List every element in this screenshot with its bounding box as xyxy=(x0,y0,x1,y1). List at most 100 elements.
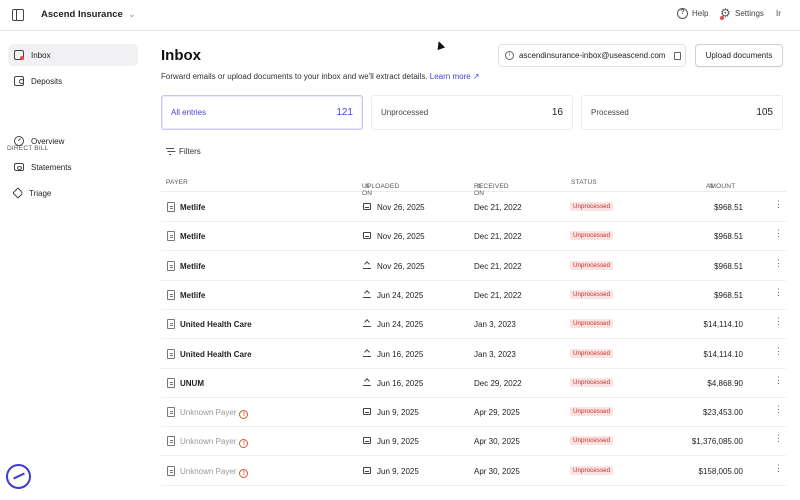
top-bar: Ascend Insurance ⌄ ? Help Settings Ir xyxy=(0,0,800,31)
chevron-down-icon[interactable]: ⌄ xyxy=(128,9,136,20)
upload-documents-button[interactable]: Upload documents xyxy=(695,44,783,67)
sidebar-item-statements[interactable]: Statements xyxy=(8,156,138,178)
user-avatar[interactable]: Ir xyxy=(776,9,781,18)
uploaded-on-cell: Jun 24, 2025 xyxy=(377,290,424,300)
banknote-icon xyxy=(14,163,24,171)
inbox-email-field[interactable]: i ascendinsurance-inbox@useascend.com xyxy=(498,44,686,67)
received-on-cell: Apr 29, 2025 xyxy=(474,408,520,418)
table-row[interactable]: Unknown Payer! Jun 9, 2025 Apr 30, 2025 Unp… xyxy=(161,427,786,457)
amount-cell: $158,005.00 xyxy=(698,466,744,476)
document-icon xyxy=(167,465,175,476)
filters-button[interactable]: Filters xyxy=(161,142,206,160)
copy-icon[interactable] xyxy=(674,51,682,60)
payer-cell: Metlife xyxy=(180,203,205,212)
more-options-icon[interactable] xyxy=(774,346,783,357)
table-row[interactable]: Unknown Payer! Jun 9, 2025 Apr 29, 2025 Unp… xyxy=(161,398,786,428)
document-icon xyxy=(167,260,175,271)
sidebar-item-label: Triage xyxy=(29,188,52,198)
ascend-logo-icon[interactable] xyxy=(6,464,31,489)
column-header-status: STATUS xyxy=(571,179,597,186)
received-on-cell: Dec 21, 2022 xyxy=(474,203,522,212)
payer-cell: Metlife xyxy=(180,262,205,271)
sidebar-item-label: Statements xyxy=(31,162,72,172)
amount-cell: $968.51 xyxy=(714,261,743,271)
uploaded-on-cell: Jun 9, 2025 xyxy=(377,408,419,418)
learn-more-link[interactable]: Learn more ↗ xyxy=(430,72,480,81)
amount-cell: $14,114.10 xyxy=(703,320,743,330)
status-badge: Unprocessed xyxy=(570,348,614,358)
sidebar: Inbox Deposits DIRECT BILL Overview Stat… xyxy=(0,31,148,500)
warning-icon[interactable]: ! xyxy=(239,468,249,478)
mail-icon xyxy=(363,408,371,416)
status-badge: Unprocessed xyxy=(570,231,614,241)
more-options-icon[interactable] xyxy=(774,287,783,298)
info-icon: i xyxy=(505,51,514,60)
payer-name: Metlife xyxy=(180,232,206,242)
sidebar-item-inbox[interactable]: Inbox xyxy=(8,44,138,66)
table-row[interactable]: Metlife Nov 26, 2025 Dec 21, 2022 Unprocess… xyxy=(161,222,786,252)
payer-cell: United Health Care xyxy=(180,320,252,329)
table-row[interactable]: Unknown Payer! Jun 9, 2025 Apr 30, 2025 Unp… xyxy=(161,457,786,486)
status-badge: Unprocessed xyxy=(570,289,614,299)
warning-icon[interactable]: ! xyxy=(239,410,249,420)
payer-cell: Metlife xyxy=(180,291,205,300)
more-options-icon[interactable] xyxy=(774,316,783,327)
payer-cell: Metlife xyxy=(180,232,205,241)
sidebar-toggle-icon[interactable] xyxy=(12,9,24,21)
document-icon xyxy=(167,436,175,447)
amount-cell: $23,453.00 xyxy=(702,408,743,418)
payer-cell: UNUM xyxy=(180,379,204,388)
table-row[interactable]: United Health Care Jun 24, 2025 Jan 3, 202… xyxy=(161,310,786,340)
uploaded-on-cell: Jun 16, 2025 xyxy=(377,378,424,388)
uploaded-on-cell: Jun 16, 2025 xyxy=(377,349,424,359)
more-options-icon[interactable] xyxy=(774,433,783,444)
status-badge: Unprocessed xyxy=(570,319,614,329)
table-row[interactable]: Metlife Jun 24, 2025 Dec 21, 2022 Unprocess… xyxy=(161,281,786,310)
amount-cell: $968.51 xyxy=(714,290,743,300)
org-name[interactable]: Ascend Insurance xyxy=(41,9,123,20)
tab-all-entries[interactable]: All entries 121 xyxy=(161,95,363,130)
sidebar-item-deposits[interactable]: Deposits xyxy=(8,70,138,92)
received-on-cell: Apr 30, 2025 xyxy=(474,466,520,476)
uploaded-on-cell: Nov 26, 2025 xyxy=(377,261,425,271)
uploaded-on-cell: Jun 9, 2025 xyxy=(377,437,419,447)
sidebar-item-overview[interactable]: Overview xyxy=(8,130,138,152)
gauge-icon xyxy=(14,136,24,146)
payer-name: Unknown Payer xyxy=(180,408,237,418)
settings-button[interactable]: Settings xyxy=(720,6,764,20)
more-options-icon[interactable] xyxy=(774,199,783,210)
sort-icon: ⇅ xyxy=(709,184,715,190)
help-button[interactable]: ? Help xyxy=(677,8,708,19)
table-row[interactable]: United Health Care Jun 16, 2025 Jan 3, 202… xyxy=(161,340,786,369)
page-title: Inbox xyxy=(161,47,201,64)
filter-icon xyxy=(166,147,174,155)
payer-name: Metlife xyxy=(180,203,206,212)
more-options-icon[interactable] xyxy=(774,404,783,415)
received-on-cell: Dec 21, 2022 xyxy=(474,261,522,271)
tab-processed[interactable]: Processed 105 xyxy=(581,95,783,130)
more-options-icon[interactable] xyxy=(774,375,783,386)
amount-cell: $1,376,085.00 xyxy=(691,437,743,447)
table-row[interactable]: Metlife Nov 26, 2025 Dec 21, 2022 Unprocess… xyxy=(161,193,786,222)
sidebar-item-triage[interactable]: Triage xyxy=(8,182,138,204)
upload-icon xyxy=(363,379,371,386)
more-options-icon[interactable] xyxy=(774,228,783,239)
status-badge: Unprocessed xyxy=(570,465,614,475)
more-options-icon[interactable] xyxy=(774,258,783,269)
warning-icon[interactable]: ! xyxy=(239,439,249,449)
subtitle-text: Forward emails or upload documents to yo… xyxy=(161,72,428,81)
wallet-icon xyxy=(14,76,24,86)
uploaded-on-cell: Nov 26, 2025 xyxy=(377,203,425,212)
document-icon xyxy=(167,407,175,418)
column-header-payer: PAYER xyxy=(166,179,189,186)
status-badge: Unprocessed xyxy=(570,377,614,387)
status-badge: Unprocessed xyxy=(570,407,614,417)
table-row[interactable]: UNUM Jun 16, 2025 Dec 29, 2022 Unprocessed $… xyxy=(161,369,786,398)
more-options-icon[interactable] xyxy=(774,463,783,474)
amount-cell: $4,868.90 xyxy=(707,378,743,388)
table-row[interactable]: Metlife Nov 26, 2025 Dec 21, 2022 Unprocess… xyxy=(161,252,786,281)
tab-unprocessed[interactable]: Unprocessed 16 xyxy=(371,95,573,130)
stat-label: All entries xyxy=(171,108,207,117)
mail-icon xyxy=(363,203,371,210)
help-icon: ? xyxy=(677,8,688,19)
